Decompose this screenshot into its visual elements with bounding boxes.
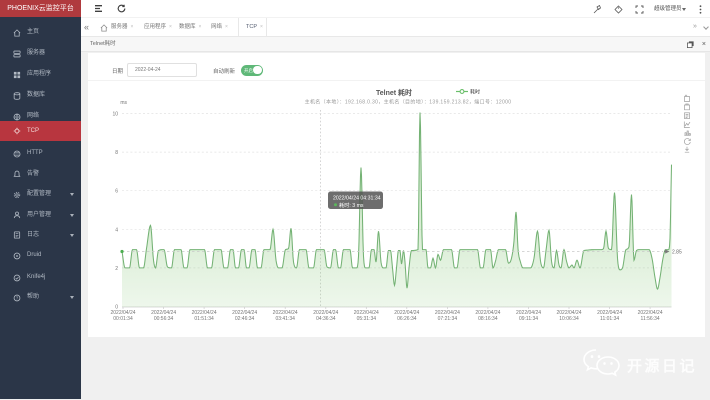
svg-text:主机名（本地）：192.168.0.30，主机名（目的地）：: 主机名（本地）：192.168.0.30，主机名（目的地）：139.159.21…: [305, 99, 512, 106]
svg-text:04:36:34: 04:36:34: [316, 316, 336, 322]
svg-text:2: 2: [115, 266, 118, 272]
svg-text:耗时: 3 ms: 耗时: 3 ms: [339, 201, 364, 209]
svg-text:4: 4: [115, 227, 118, 233]
svg-text:05:31:34: 05:31:34: [357, 316, 377, 322]
svg-text:2022/04/24: 2022/04/24: [638, 310, 663, 316]
svg-text:2022/04/24: 2022/04/24: [354, 310, 379, 316]
svg-text:07:21:34: 07:21:34: [438, 316, 458, 322]
svg-text:2.85: 2.85: [672, 250, 682, 256]
svg-text:01:51:34: 01:51:34: [194, 316, 214, 322]
svg-text:2022/04/24: 2022/04/24: [273, 310, 298, 316]
svg-text:2022/04/24: 2022/04/24: [313, 310, 338, 316]
svg-text:2022/04/24: 2022/04/24: [232, 310, 257, 316]
svg-text:?: ?: [16, 295, 19, 300]
svg-text:10: 10: [112, 112, 118, 118]
svg-text:2022/04/24: 2022/04/24: [192, 310, 217, 316]
svg-text:2022/04/24: 2022/04/24: [394, 310, 419, 316]
svg-text:00:56:34: 00:56:34: [154, 316, 174, 322]
svg-text:2022/04/24: 2022/04/24: [151, 310, 176, 316]
svg-text:耗时: 耗时: [470, 89, 480, 96]
svg-text:2022/04/24: 2022/04/24: [475, 310, 500, 316]
svg-text:8: 8: [115, 150, 118, 156]
svg-text:06:26:34: 06:26:34: [397, 316, 417, 322]
svg-text:2022/04/24: 2022/04/24: [556, 310, 581, 316]
svg-text:03:41:34: 03:41:34: [275, 316, 295, 322]
svg-text:2022/04/24: 2022/04/24: [597, 310, 622, 316]
svg-text:09:11:34: 09:11:34: [519, 316, 538, 322]
svg-text:ms: ms: [120, 100, 127, 106]
svg-text:2022/04/24 04:31:34: 2022/04/24 04:31:34: [333, 196, 381, 202]
svg-text:2022/04/24: 2022/04/24: [516, 310, 541, 316]
svg-text:00:01:34: 00:01:34: [113, 316, 133, 322]
svg-text:08:16:34: 08:16:34: [478, 316, 498, 322]
svg-text:10:06:34: 10:06:34: [559, 316, 579, 322]
svg-text:11:01:34: 11:01:34: [600, 316, 619, 322]
svg-text:Telnet 耗时: Telnet 耗时: [376, 88, 412, 97]
svg-text:11:56:34: 11:56:34: [641, 316, 660, 322]
svg-text:02:46:34: 02:46:34: [235, 316, 255, 322]
svg-text:2022/04/24: 2022/04/24: [110, 310, 135, 316]
svg-text:2022/04/24: 2022/04/24: [435, 310, 460, 316]
svg-text:6: 6: [115, 189, 118, 195]
